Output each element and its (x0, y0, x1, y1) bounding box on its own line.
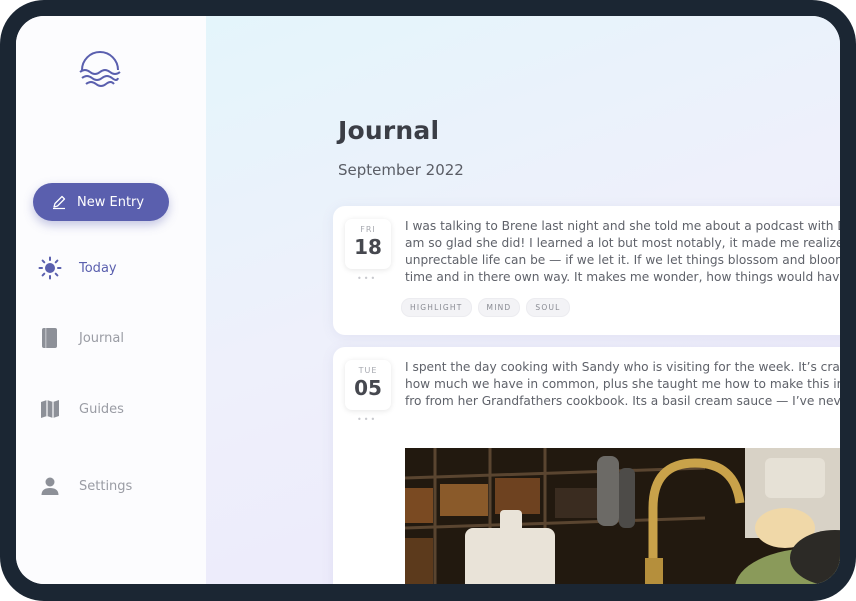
entry-line: time and in there own way. It makes me w… (405, 270, 840, 284)
entry-line: how much we have in common, plus she tau… (405, 377, 840, 391)
entry-weekday: TUE (358, 366, 378, 375)
app-screen: New Entry Today Journal Guides Settings … (16, 16, 840, 584)
entry-text: I spent the day cooking with Sandy who i… (405, 359, 840, 410)
entry-line: am so glad she did! I learned a lot but … (405, 236, 840, 250)
device-frame: New Entry Today Journal Guides Settings … (0, 0, 856, 601)
main-content: Journal September 2022 FRI 18 ••• I was … (206, 16, 840, 584)
book-icon (38, 326, 62, 350)
sun-icon (38, 256, 62, 280)
new-entry-button[interactable]: New Entry (33, 183, 169, 221)
more-dots-icon[interactable]: ••• (357, 274, 377, 283)
sun-over-waves-logo-icon (79, 51, 121, 87)
entry-line: I was talking to Brene last night and sh… (405, 219, 840, 233)
entry-day: 18 (354, 235, 382, 259)
more-dots-icon[interactable]: ••• (357, 415, 377, 424)
entry-line: I spent the day cooking with Sandy who i… (405, 360, 840, 374)
new-entry-label: New Entry (77, 194, 145, 210)
entry-date: FRI 18 (345, 219, 391, 269)
tag-mind[interactable]: MIND (477, 298, 521, 317)
sidebar: New Entry Today Journal Guides Settings (16, 16, 206, 584)
pen-icon (53, 195, 66, 210)
sidebar-item-today[interactable]: Today (38, 256, 117, 280)
page-subtitle: September 2022 (338, 161, 464, 179)
entry-tags: HIGHLIGHT MIND SOUL (401, 298, 570, 317)
sidebar-item-guides[interactable]: Guides (38, 397, 124, 421)
sidebar-item-settings[interactable]: Settings (38, 474, 132, 498)
sidebar-item-journal[interactable]: Journal (38, 326, 124, 350)
journal-entry-card[interactable]: FRI 18 ••• I was talking to Brene last n… (333, 206, 840, 335)
map-icon (38, 397, 62, 421)
entry-line: fro from her Grandfathers cookbook. Its … (405, 394, 840, 408)
entry-photo[interactable] (405, 448, 840, 584)
sidebar-item-label: Journal (79, 330, 124, 346)
sidebar-item-label: Guides (79, 401, 124, 417)
entry-line: unprectable life can be — if we let it. … (405, 253, 840, 267)
sidebar-item-label: Today (79, 260, 117, 276)
journal-entry-card[interactable]: TUE 05 ••• I spent the day cooking with … (333, 347, 840, 584)
page-title: Journal (338, 116, 440, 145)
entry-day: 05 (354, 376, 382, 400)
entry-weekday: FRI (360, 225, 376, 234)
tag-soul[interactable]: SOUL (526, 298, 570, 317)
kitchen-photo-image (405, 448, 840, 584)
person-icon (38, 474, 62, 498)
tag-highlight[interactable]: HIGHLIGHT (401, 298, 472, 317)
sidebar-item-label: Settings (79, 478, 133, 494)
entry-date: TUE 05 (345, 360, 391, 410)
entry-text: I was talking to Brene last night and sh… (405, 218, 840, 286)
